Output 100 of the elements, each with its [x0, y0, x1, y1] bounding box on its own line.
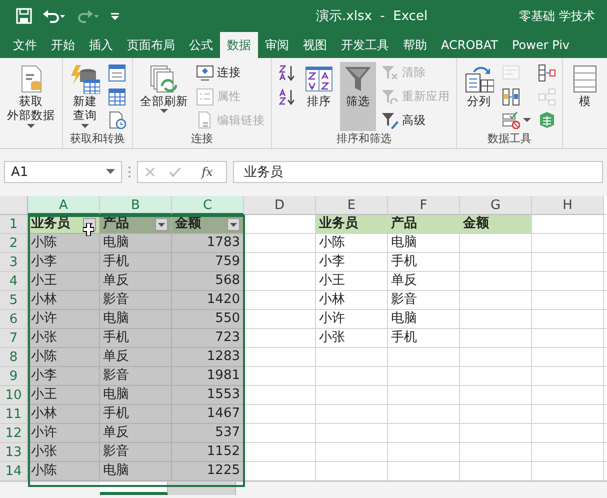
row-header[interactable]: 14: [0, 462, 28, 481]
table-cell: 537: [172, 424, 244, 443]
filter-dropdown-icon[interactable]: [155, 218, 168, 230]
row-header[interactable]: 3: [0, 253, 28, 272]
save-icon[interactable]: [16, 8, 32, 24]
sort-ascending-icon[interactable]: [278, 64, 296, 82]
cursor-icon: [83, 223, 94, 236]
table-cell: 影音: [100, 367, 172, 386]
table-cell: 手机: [100, 405, 172, 424]
table-cell: 小李: [28, 253, 100, 272]
dropdown-icon[interactable]: [106, 169, 115, 175]
table-icon[interactable]: [108, 64, 126, 82]
advanced-filter-icon: [381, 111, 399, 130]
table-cell: 1553: [172, 386, 244, 405]
funnel-button[interactable]: 筛选: [340, 62, 376, 131]
table-cell: 1981: [172, 367, 244, 386]
window-title: 演示.xlsx - Excel: [316, 8, 429, 25]
table-cell: 568: [172, 272, 244, 291]
table-cell: 1783: [172, 234, 244, 253]
row-header[interactable]: 6: [0, 310, 28, 329]
database-document-button[interactable]: 获取 外部数据: [4, 62, 58, 131]
column-header[interactable]: B: [100, 196, 172, 215]
advanced-filter-button[interactable]: 高级: [379, 109, 452, 132]
header-label: 金额: [175, 215, 201, 233]
header-label: 金额: [463, 215, 489, 233]
table-cell: 小李: [28, 367, 100, 386]
table-cell: 759: [172, 253, 244, 272]
ribbon-tab[interactable]: 视图: [296, 32, 334, 58]
row-header[interactable]: 1: [0, 215, 28, 234]
table-cell: 电脑: [388, 234, 460, 253]
ribbon-tab[interactable]: 文件: [6, 32, 44, 58]
table-cell: 小李: [316, 253, 388, 272]
formula-field[interactable]: 业务员: [233, 161, 603, 183]
text-to-columns-button[interactable]: 分列: [461, 62, 497, 131]
sort-button[interactable]: 排序: [301, 62, 337, 131]
column-header[interactable]: D: [244, 196, 316, 215]
table-cell: 影音: [100, 291, 172, 310]
column-header[interactable]: C: [172, 196, 244, 215]
row-header[interactable]: 10: [0, 386, 28, 405]
row-header[interactable]: 2: [0, 234, 28, 253]
data-validation-icon[interactable]: [502, 111, 520, 130]
column-header[interactable]: E: [316, 196, 388, 215]
table-cell: 小林: [28, 405, 100, 424]
funnel-icon: [343, 64, 373, 94]
insert-function-button[interactable]: fx: [196, 164, 219, 180]
row-header[interactable]: 4: [0, 272, 28, 291]
customize-icon[interactable]: [110, 10, 120, 22]
table-cell: 小陈: [28, 234, 100, 253]
name-box[interactable]: A1: [4, 161, 122, 183]
column-header[interactable]: H: [532, 196, 604, 215]
column-header[interactable]: G: [460, 196, 532, 215]
ribbon-tab[interactable]: 公式: [182, 32, 220, 58]
what-if-button[interactable]: 模: [567, 62, 603, 131]
row-header[interactable]: 9: [0, 367, 28, 386]
table-cell: 1420: [172, 291, 244, 310]
filter-dropdown-icon[interactable]: [227, 218, 240, 230]
table-cell: 小陈: [28, 462, 100, 481]
ribbon-tab[interactable]: 页面布局: [120, 32, 182, 58]
sort-descending-icon[interactable]: [278, 88, 296, 106]
row-header[interactable]: 12: [0, 424, 28, 443]
row-header[interactable]: 5: [0, 291, 28, 310]
consolidate-icon[interactable]: [538, 64, 556, 82]
ribbon-tab[interactable]: ACROBAT: [434, 32, 505, 58]
table-cell: 小张: [28, 443, 100, 462]
table-cell: 电脑: [100, 310, 172, 329]
row-header[interactable]: 7: [0, 329, 28, 348]
table-cell: 电脑: [388, 310, 460, 329]
ribbon-tab[interactable]: 插入: [82, 32, 120, 58]
row-header[interactable]: 11: [0, 405, 28, 424]
undo-icon[interactable]: [42, 8, 66, 24]
remove-duplicates-icon[interactable]: [502, 88, 520, 106]
new-query-icon: [70, 64, 100, 94]
new-query-button[interactable]: 新建 查询: [67, 62, 103, 131]
column-header[interactable]: F: [388, 196, 460, 215]
table-cell: 1283: [172, 348, 244, 367]
table-cell: 小许: [316, 310, 388, 329]
ribbon-tab[interactable]: Power Piv: [505, 32, 577, 58]
text-to-columns-icon: [464, 64, 494, 94]
grip-icon: [128, 166, 131, 178]
recent-sources-icon[interactable]: [108, 111, 126, 130]
data-model-icon[interactable]: [538, 111, 556, 130]
table-cell: 550: [172, 310, 244, 329]
column-header[interactable]: A: [28, 196, 100, 215]
connection-button[interactable]: 连接: [194, 62, 267, 84]
grid-icon[interactable]: [108, 88, 126, 106]
header-label: 业务员: [319, 215, 358, 233]
ribbon-tab[interactable]: 数据: [220, 32, 258, 58]
table-cell: 1152: [172, 443, 244, 462]
row-header[interactable]: 8: [0, 348, 28, 367]
ribbon-tab[interactable]: 开发工具: [334, 32, 396, 58]
reapply-icon: [381, 88, 399, 106]
ribbon-tab[interactable]: 审阅: [258, 32, 296, 58]
row-header[interactable]: 13: [0, 443, 28, 462]
table-cell: 手机: [388, 253, 460, 272]
table-cell: 手机: [100, 253, 172, 272]
ribbon-tab[interactable]: 帮助: [396, 32, 434, 58]
ribbon-tab[interactable]: 开始: [44, 32, 82, 58]
refresh-all-button[interactable]: 全部刷新: [137, 62, 191, 131]
table-cell: 1467: [172, 405, 244, 424]
caret-icon[interactable]: [523, 117, 531, 124]
